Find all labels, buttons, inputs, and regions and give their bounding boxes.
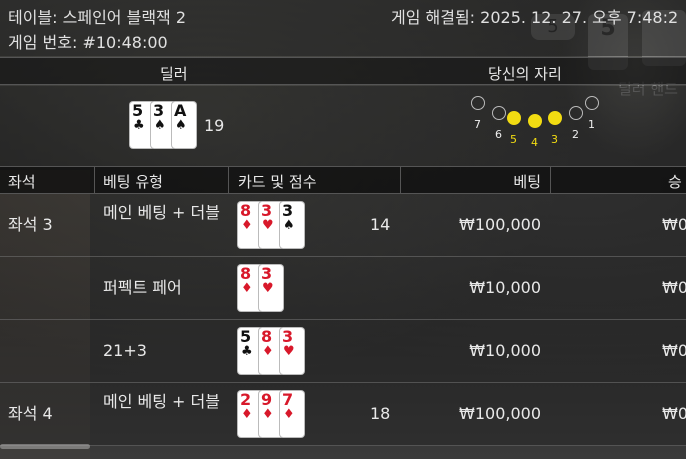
seat-number-label: 1 bbox=[588, 118, 595, 131]
seat-number-label: 4 bbox=[531, 136, 538, 149]
win-amount: ₩0 bbox=[662, 404, 686, 423]
bet-type: 메인 베팅 + 더블 bbox=[103, 392, 220, 411]
column-header-cards-score: 카드 및 점수 bbox=[238, 173, 317, 191]
column-header-win: 승 bbox=[668, 173, 682, 191]
seat-number-label: 6 bbox=[495, 128, 502, 141]
column-header-seat: 좌석 bbox=[8, 173, 36, 191]
table-header: 좌석 베팅 유형 카드 및 점수 베팅 승 bbox=[0, 166, 686, 194]
bet-amount: ₩10,000 bbox=[469, 278, 541, 297]
card-suit-icon: ♦ bbox=[262, 344, 274, 359]
column-divider bbox=[550, 166, 551, 194]
column-header-bet-type: 베팅 유형 bbox=[103, 173, 163, 191]
table-row: 21+3 5 ♣ 8 ♦ 3 ♥ ₩10,000 ₩0 bbox=[0, 320, 686, 383]
seat-number-label: 3 bbox=[551, 133, 558, 146]
dealer-row: 5 ♣ 3 ♠ A ♠ 19 7654321 bbox=[0, 86, 686, 166]
card-suit-icon: ♥ bbox=[262, 281, 274, 296]
seat-dot bbox=[585, 96, 599, 110]
section-header: 딜러 당신의 자리 bbox=[0, 57, 686, 85]
card-suit-icon: ♦ bbox=[283, 407, 295, 422]
bet-type: 퍼펙트 페어 bbox=[103, 278, 182, 297]
seat-dot bbox=[528, 114, 542, 128]
card-suit-icon: ♥ bbox=[262, 218, 274, 233]
seat-number-label: 2 bbox=[572, 128, 579, 141]
seat-dot bbox=[492, 106, 506, 120]
table-name: 테이블: 스페인어 블랙잭 2 bbox=[8, 8, 187, 27]
card-suit-icon: ♣ bbox=[241, 344, 253, 359]
seat-dot bbox=[471, 96, 485, 110]
table-row: 좌석 4 메인 베팅 + 더블 2 ♦ 9 ♦ 7 ♦ 18 ₩100,000 ₩0 bbox=[0, 383, 686, 446]
win-amount: ₩0 bbox=[662, 278, 686, 297]
hand-score: 14 bbox=[370, 215, 391, 234]
bet-amount: ₩100,000 bbox=[459, 404, 541, 423]
column-header-bet: 베팅 bbox=[513, 173, 541, 191]
table-row: 퍼펙트 페어 8 ♦ 3 ♥ ₩10,000 ₩0 bbox=[0, 257, 686, 320]
seat-dot bbox=[569, 106, 583, 120]
bet-type: 메인 베팅 + 더블 bbox=[103, 203, 220, 222]
column-divider bbox=[228, 166, 229, 194]
playing-card: 3 ♥ bbox=[280, 328, 304, 374]
card-suit-icon: ♠ bbox=[175, 118, 187, 133]
card-suit-icon: ♦ bbox=[241, 407, 253, 422]
playing-card: A ♠ bbox=[172, 102, 196, 148]
seat-dot bbox=[507, 111, 521, 125]
seat-label: 좌석 4 bbox=[8, 404, 53, 423]
dealer-section-title: 딜러 bbox=[160, 65, 188, 83]
card-suit-icon: ♠ bbox=[154, 118, 166, 133]
card-suit-icon: ♦ bbox=[241, 281, 253, 296]
playing-card: 7 ♦ bbox=[280, 391, 304, 437]
win-amount: ₩0 bbox=[662, 341, 686, 360]
playing-card: 3 ♠ bbox=[280, 202, 304, 248]
bet-amount: ₩100,000 bbox=[459, 215, 541, 234]
seat-number-label: 7 bbox=[474, 118, 481, 131]
seat-label: 좌석 3 bbox=[8, 215, 53, 234]
hand-score: 18 bbox=[370, 404, 391, 423]
card-suit-icon: ♥ bbox=[283, 344, 295, 359]
bet-amount: ₩10,000 bbox=[469, 341, 541, 360]
table-row: 좌석 3 메인 베팅 + 더블 8 ♦ 3 ♥ 3 ♠ 14 ₩100,000 ₩0 bbox=[0, 194, 686, 257]
playing-card: 3 ♥ bbox=[259, 265, 283, 311]
column-divider bbox=[400, 166, 401, 194]
game-info-header: 테이블: 스페인어 블랙잭 2 게임 번호: #10:48:00 게임 해결됨:… bbox=[0, 0, 686, 56]
seat-dot bbox=[548, 111, 562, 125]
card-suit-icon: ♣ bbox=[133, 118, 145, 133]
column-divider bbox=[94, 166, 95, 194]
game-resolved-time: 게임 해결됨: 2025. 12. 27. 오후 7:48:2 bbox=[391, 8, 679, 27]
card-suit-icon: ♦ bbox=[262, 407, 274, 422]
game-number: 게임 번호: #10:48:00 bbox=[8, 33, 168, 52]
horizontal-scrollbar[interactable] bbox=[0, 444, 90, 449]
card-suit-icon: ♠ bbox=[283, 218, 295, 233]
card-suit-icon: ♦ bbox=[241, 218, 253, 233]
win-amount: ₩0 bbox=[662, 215, 686, 234]
seat-number-label: 5 bbox=[510, 133, 517, 146]
bet-type: 21+3 bbox=[103, 341, 147, 360]
dealer-score: 19 bbox=[204, 116, 225, 135]
your-seat-section-title: 당신의 자리 bbox=[488, 65, 562, 83]
